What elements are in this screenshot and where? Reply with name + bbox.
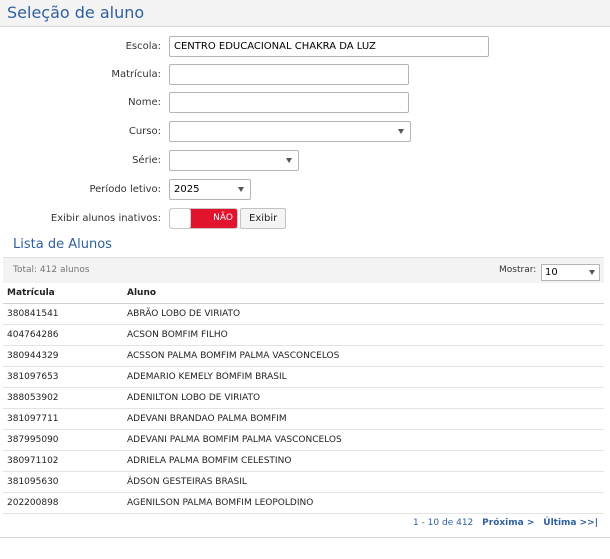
matricula-label: Matrícula:: [111, 69, 161, 80]
escola-row: Escola:: [0, 36, 610, 58]
table-row[interactable]: 387995090 ADEVANI PALMA BOMFIM PALMA VASC…: [3, 429, 604, 451]
cell-aluno: ABRÃO LOBO DE VIRIATO: [123, 303, 604, 325]
cell-matricula: 388053902: [3, 387, 123, 409]
inativos-row: Exibir alunos inativos: NÃO Exibir: [0, 208, 610, 230]
last-page-link[interactable]: Última >>|: [543, 518, 598, 528]
page-title: Seleção de aluno: [7, 3, 145, 22]
pagination: 1 - 10 de 412 Próxima > Última >>|: [407, 518, 598, 528]
periodo-label: Período letivo:: [89, 184, 161, 195]
list-title: Lista de Alunos: [13, 237, 112, 252]
cell-matricula: 381095630: [3, 471, 123, 493]
page-range: 1 - 10 de 412: [412, 518, 474, 528]
serie-label: Série:: [132, 155, 161, 166]
students-table: Matrícula Aluno 380841541 ABRÃO LOBO DE V…: [3, 283, 604, 514]
list-toolbar: Total: 412 alunos Mostrar: 10: [3, 257, 604, 283]
column-header-aluno[interactable]: Aluno: [123, 283, 604, 304]
serie-select[interactable]: [169, 150, 299, 171]
escola-label: Escola:: [125, 41, 161, 52]
table-row[interactable]: 380971102 ADRIELA PALMA BOMFIM CELESTINO: [3, 450, 604, 472]
page-size-select[interactable]: 10: [541, 264, 600, 281]
table-row[interactable]: 202200898 AGENILSON PALMA BOMFIM LEOPOLDI…: [3, 492, 604, 514]
exibir-button[interactable]: Exibir: [240, 208, 287, 229]
cell-matricula: 380841541: [3, 303, 123, 325]
cell-aluno: ADRIELA PALMA BOMFIM CELESTINO: [123, 450, 604, 472]
nome-input[interactable]: [169, 92, 409, 113]
serie-row: Série:: [0, 150, 610, 172]
escola-input[interactable]: [169, 36, 489, 57]
chevron-down-icon: [398, 129, 404, 134]
cell-matricula: 404764286: [3, 324, 123, 346]
cell-matricula: 381097653: [3, 366, 123, 388]
curso-row: Curso:: [0, 121, 610, 143]
nome-label: Nome:: [128, 97, 161, 108]
page-header: Seleção de aluno: [0, 0, 610, 27]
table-row[interactable]: 380841541 ABRÃO LOBO DE VIRIATO: [3, 303, 604, 325]
table-row[interactable]: 381097653 ADEMARIO KEMELY BOMFIM BRASIL: [3, 366, 604, 388]
inativos-label: Exibir alunos inativos:: [50, 213, 161, 224]
cell-matricula: 202200898: [3, 492, 123, 514]
chevron-down-icon: [238, 187, 244, 192]
toggle-state: NÃO: [213, 213, 233, 223]
cell-matricula: 387995090: [3, 429, 123, 451]
inativos-toggle[interactable]: NÃO: [169, 208, 238, 229]
chevron-down-icon: [286, 158, 292, 163]
table-row[interactable]: 380944329 ACSSON PALMA BOMFIM PALMA VASCO…: [3, 345, 604, 367]
column-header-matricula[interactable]: Matrícula: [3, 283, 123, 304]
table-row[interactable]: 381097711 ADEVANI BRANDAO PALMA BOMFIM: [3, 408, 604, 430]
table-row[interactable]: 381095630 ÁDSON GESTEIRAS BRASIL: [3, 471, 604, 493]
cell-aluno: ADEVANI BRANDAO PALMA BOMFIM: [123, 408, 604, 430]
page-size-value: 10: [545, 267, 558, 278]
matricula-input[interactable]: [169, 64, 409, 85]
next-page-link[interactable]: Próxima >: [482, 518, 534, 528]
bottom-divider: [0, 537, 610, 538]
cell-aluno: ADENILTON LOBO DE VIRIATO: [123, 387, 604, 409]
cell-aluno: ÁDSON GESTEIRAS BRASIL: [123, 471, 604, 493]
table-row[interactable]: 404764286 ACSON BOMFIM FILHO: [3, 324, 604, 346]
cell-matricula: 380944329: [3, 345, 123, 367]
cell-aluno: AGENILSON PALMA BOMFIM LEOPOLDINO: [123, 492, 604, 514]
matricula-row: Matrícula:: [0, 64, 610, 86]
chevron-down-icon: [589, 270, 595, 275]
cell-matricula: 381097711: [3, 408, 123, 430]
cell-aluno: ADEMARIO KEMELY BOMFIM BRASIL: [123, 366, 604, 388]
periodo-select-value: 2025: [174, 184, 200, 195]
total-count: Total: 412 alunos: [13, 265, 90, 275]
curso-label: Curso:: [128, 126, 161, 137]
toggle-knob: [170, 209, 191, 228]
table-row[interactable]: 388053902 ADENILTON LOBO DE VIRIATO: [3, 387, 604, 409]
cell-aluno: ACSSON PALMA BOMFIM PALMA VASCONCELOS: [123, 345, 604, 367]
cell-aluno: ACSON BOMFIM FILHO: [123, 324, 604, 346]
filter-form: Escola: Matrícula: Nome: Curso: Série: P…: [0, 27, 610, 234]
curso-select[interactable]: [169, 121, 411, 142]
cell-aluno: ADEVANI PALMA BOMFIM PALMA VASCONCELOS: [123, 429, 604, 451]
periodo-select[interactable]: 2025: [169, 179, 251, 200]
mostrar-label: Mostrar:: [499, 265, 537, 275]
nome-row: Nome:: [0, 92, 610, 114]
cell-matricula: 380971102: [3, 450, 123, 472]
periodo-row: Período letivo: 2025: [0, 179, 610, 201]
table-header-row: Matrícula Aluno: [3, 283, 604, 304]
